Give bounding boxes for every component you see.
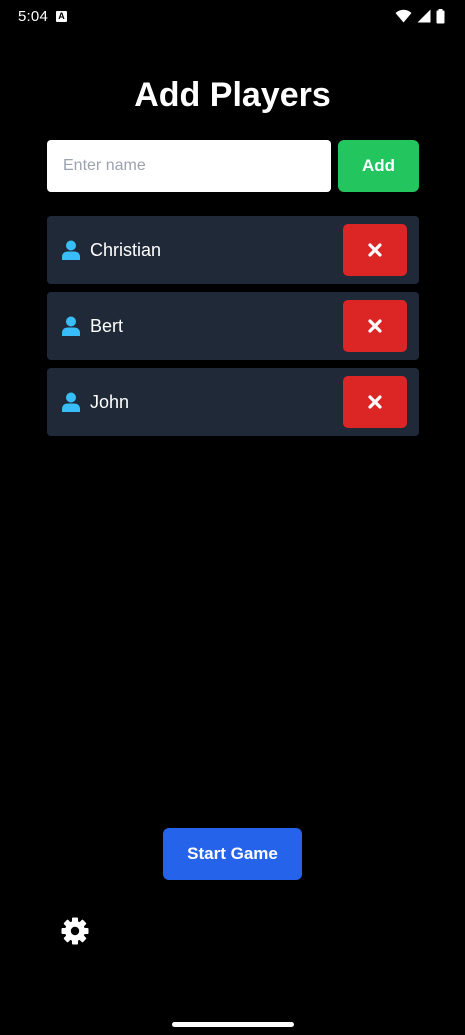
status-bar: 5:04 A xyxy=(0,0,465,32)
add-button[interactable]: Add xyxy=(338,140,419,192)
status-right xyxy=(395,8,445,24)
gear-icon xyxy=(61,917,89,945)
person-icon xyxy=(62,240,80,260)
close-icon xyxy=(368,243,382,257)
close-icon xyxy=(368,395,382,409)
name-input[interactable] xyxy=(47,140,331,192)
signal-icon xyxy=(417,9,431,23)
remove-player-button[interactable] xyxy=(343,300,407,352)
status-left: 5:04 A xyxy=(18,8,67,25)
settings-button[interactable] xyxy=(60,916,90,946)
start-game-button[interactable]: Start Game xyxy=(163,828,302,880)
status-time: 5:04 xyxy=(18,7,48,25)
player-name: John xyxy=(90,392,130,412)
player-list: Christian Bert John xyxy=(47,216,419,444)
remove-player-button[interactable] xyxy=(343,224,407,276)
close-icon xyxy=(368,319,382,333)
notification-icon: A xyxy=(56,10,67,22)
page-title: Add Players xyxy=(134,76,331,114)
remove-player-button[interactable] xyxy=(343,376,407,428)
person-icon xyxy=(62,316,80,336)
player-row: Christian xyxy=(47,216,419,284)
home-indicator[interactable] xyxy=(172,1022,294,1027)
person-icon xyxy=(62,392,80,412)
player-name: Bert xyxy=(90,316,124,336)
player-name: Christian xyxy=(90,240,162,260)
app-screen: 5:04 A Add Players Add Christian xyxy=(0,0,465,1035)
battery-icon xyxy=(436,8,445,23)
player-row: Bert xyxy=(47,292,419,360)
player-row: John xyxy=(47,368,419,436)
wifi-icon xyxy=(395,9,412,23)
